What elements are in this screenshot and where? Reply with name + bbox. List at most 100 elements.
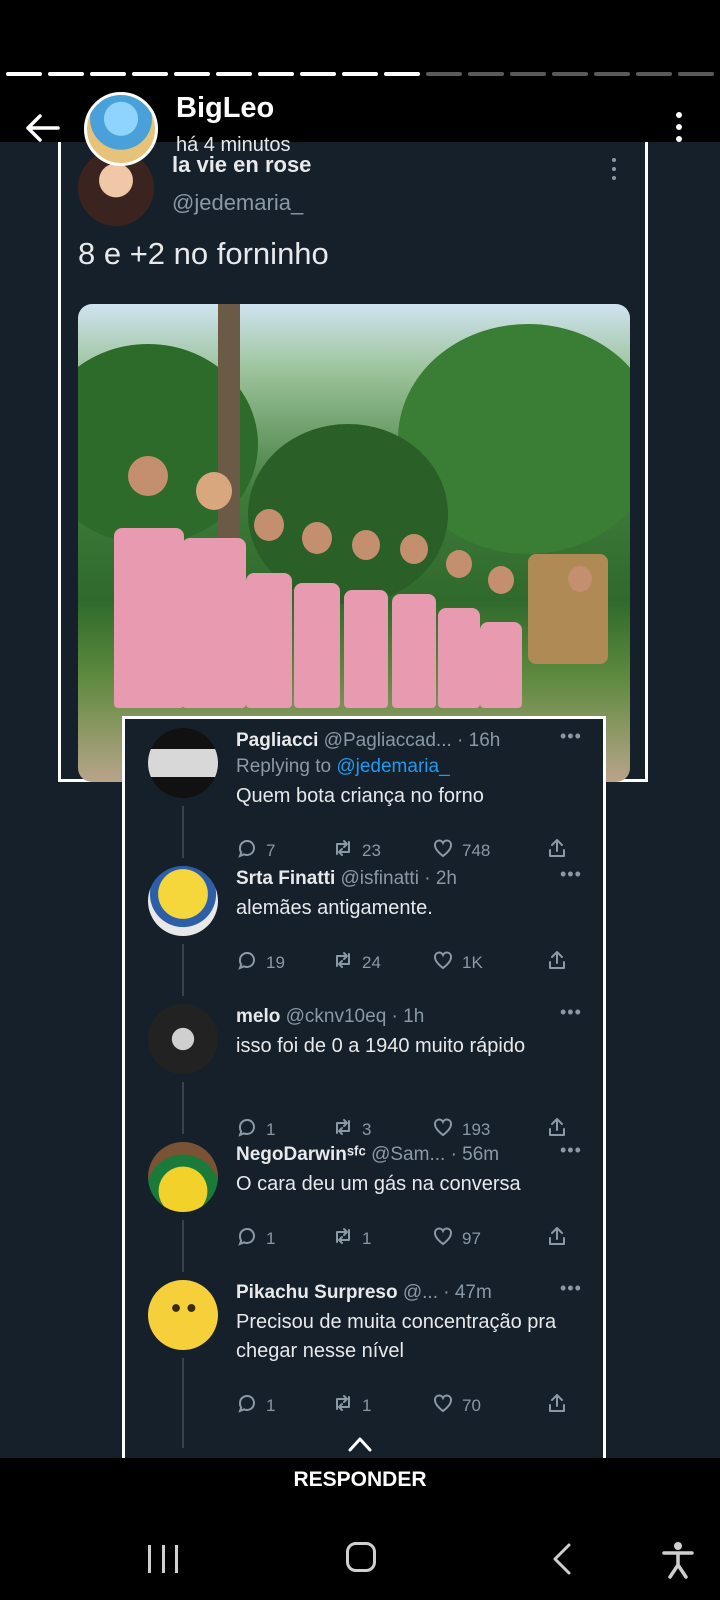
reply-text: Precisou de muita concentração pra chega…: [236, 1311, 557, 1362]
progress-segment: [342, 72, 378, 76]
reply-actions: 1 1 70: [236, 1392, 586, 1420]
reply-author-name[interactable]: melo: [236, 1006, 280, 1027]
progress-segment: [678, 72, 714, 76]
reply-button[interactable]: 1: [236, 1225, 275, 1252]
comment-icon: [236, 1116, 258, 1143]
reply-author-name[interactable]: NegoDarwinˢᶠᶜ: [236, 1144, 366, 1165]
reply-actions: 1 1 97: [236, 1225, 586, 1253]
progress-segment: [6, 72, 42, 76]
reply-actions: 7 23 748: [236, 837, 586, 865]
retweet-button[interactable]: 1: [332, 1392, 371, 1419]
share-button[interactable]: [546, 1225, 568, 1252]
like-count: 193: [462, 1119, 491, 1139]
reply-header: NegoDarwinˢᶠᶜ @Sam... · 56m: [236, 1144, 499, 1166]
retweet-icon: [332, 837, 354, 864]
reply-avatar[interactable]: [148, 1280, 218, 1350]
progress-segment: [426, 72, 462, 76]
reply-avatar[interactable]: [148, 1004, 218, 1074]
share-button[interactable]: [546, 949, 568, 976]
retweet-button[interactable]: 3: [332, 1116, 371, 1143]
reply-actions: 19 24 1K: [236, 949, 586, 977]
thread-line: [182, 1358, 184, 1448]
share-button[interactable]: [546, 837, 568, 864]
reply-avatar[interactable]: [148, 1142, 218, 1212]
reply-button[interactable]: RESPONDER: [0, 1468, 720, 1492]
story-user-name[interactable]: BigLeo: [176, 92, 274, 125]
reply-author-handle[interactable]: @isfinatti · 2h: [341, 868, 457, 889]
reply-header: Pikachu Surpreso @... · 47m: [236, 1282, 492, 1304]
like-count: 748: [462, 840, 491, 860]
like-button[interactable]: 1K: [432, 949, 483, 976]
reply-more-icon[interactable]: •••: [560, 1278, 582, 1299]
comment-icon: [236, 1392, 258, 1419]
like-button[interactable]: 97: [432, 1225, 481, 1252]
reply-author-handle[interactable]: @cknv10eq · 1h: [286, 1006, 425, 1027]
comment-icon: [236, 1225, 258, 1252]
reply-more-icon[interactable]: •••: [560, 864, 582, 885]
thread-line: [182, 806, 184, 858]
reply-actions: 1 3 193: [236, 1116, 586, 1144]
share-icon: [546, 1225, 568, 1252]
like-button[interactable]: 748: [432, 837, 490, 864]
back-button[interactable]: [18, 104, 66, 152]
retweet-button[interactable]: 24: [332, 949, 381, 976]
reply-count: 1: [266, 1228, 276, 1248]
story-timestamp: há 4 minutos: [176, 134, 291, 156]
progress-segment: [384, 72, 420, 76]
reply-more-icon[interactable]: •••: [560, 1002, 582, 1023]
replying-to-handle[interactable]: @jedemaria_: [336, 756, 449, 777]
like-count: 97: [462, 1228, 481, 1248]
reply-text: Quem bota criança no forno: [236, 785, 484, 807]
reply-more-icon[interactable]: •••: [560, 1140, 582, 1161]
thread-line: [182, 1082, 184, 1134]
progress-segment: [468, 72, 504, 76]
share-button[interactable]: [546, 1392, 568, 1419]
reply-button[interactable]: 1: [236, 1116, 275, 1143]
reply-author-name[interactable]: Pikachu Surpreso: [236, 1282, 398, 1303]
retweet-icon: [332, 949, 354, 976]
reply-author-name[interactable]: Pagliacci: [236, 730, 318, 751]
tweet-more-icon[interactable]: [612, 158, 618, 180]
more-options-icon[interactable]: [664, 108, 694, 146]
reply-more-icon[interactable]: •••: [560, 726, 582, 747]
reply-author-handle[interactable]: @Pagliaccad... · 16h: [324, 730, 501, 751]
reply-author-handle[interactable]: @Sam... · 56m: [371, 1144, 499, 1165]
share-icon: [546, 837, 568, 864]
tweet-author-handle[interactable]: @jedemaria_: [172, 190, 303, 216]
retweet-button[interactable]: 1: [332, 1225, 371, 1252]
like-button[interactable]: 193: [432, 1116, 490, 1143]
reply-count: 1: [266, 1119, 276, 1139]
home-icon[interactable]: [346, 1542, 376, 1572]
system-back-icon[interactable]: [550, 1542, 574, 1576]
reply-text: isso foi de 0 a 1940 muito rápido: [236, 1035, 526, 1057]
retweet-button[interactable]: 23: [332, 837, 381, 864]
share-button[interactable]: [546, 1116, 568, 1143]
share-icon: [546, 949, 568, 976]
retweet-count: 3: [362, 1119, 372, 1139]
reply-avatar[interactable]: [148, 866, 218, 936]
retweet-icon: [332, 1225, 354, 1252]
tweet-photo[interactable]: [78, 304, 630, 782]
recent-apps-icon[interactable]: [148, 1545, 178, 1575]
retweet-icon: [332, 1116, 354, 1143]
heart-icon: [432, 1225, 454, 1252]
reply-author-handle[interactable]: @... · 47m: [403, 1282, 492, 1303]
accessibility-icon[interactable]: [660, 1540, 696, 1580]
story-avatar[interactable]: [84, 92, 158, 166]
reply-avatar[interactable]: [148, 728, 218, 798]
progress-segment: [594, 72, 630, 76]
reply-button[interactable]: 7: [236, 837, 275, 864]
story-progress-bar: [6, 72, 714, 76]
reply-button[interactable]: 19: [236, 949, 285, 976]
thread-line: [182, 944, 184, 996]
thread-line: [182, 1220, 184, 1272]
progress-segment: [510, 72, 546, 76]
like-count: 70: [462, 1395, 481, 1415]
reply-author-name[interactable]: Srta Finatti: [236, 868, 335, 889]
progress-segment: [258, 72, 294, 76]
reply-button[interactable]: 1: [236, 1392, 275, 1419]
chevron-up-icon[interactable]: [347, 1434, 373, 1454]
like-button[interactable]: 70: [432, 1392, 481, 1419]
progress-segment: [90, 72, 126, 76]
reply-header: Srta Finatti @isfinatti · 2h: [236, 868, 457, 890]
